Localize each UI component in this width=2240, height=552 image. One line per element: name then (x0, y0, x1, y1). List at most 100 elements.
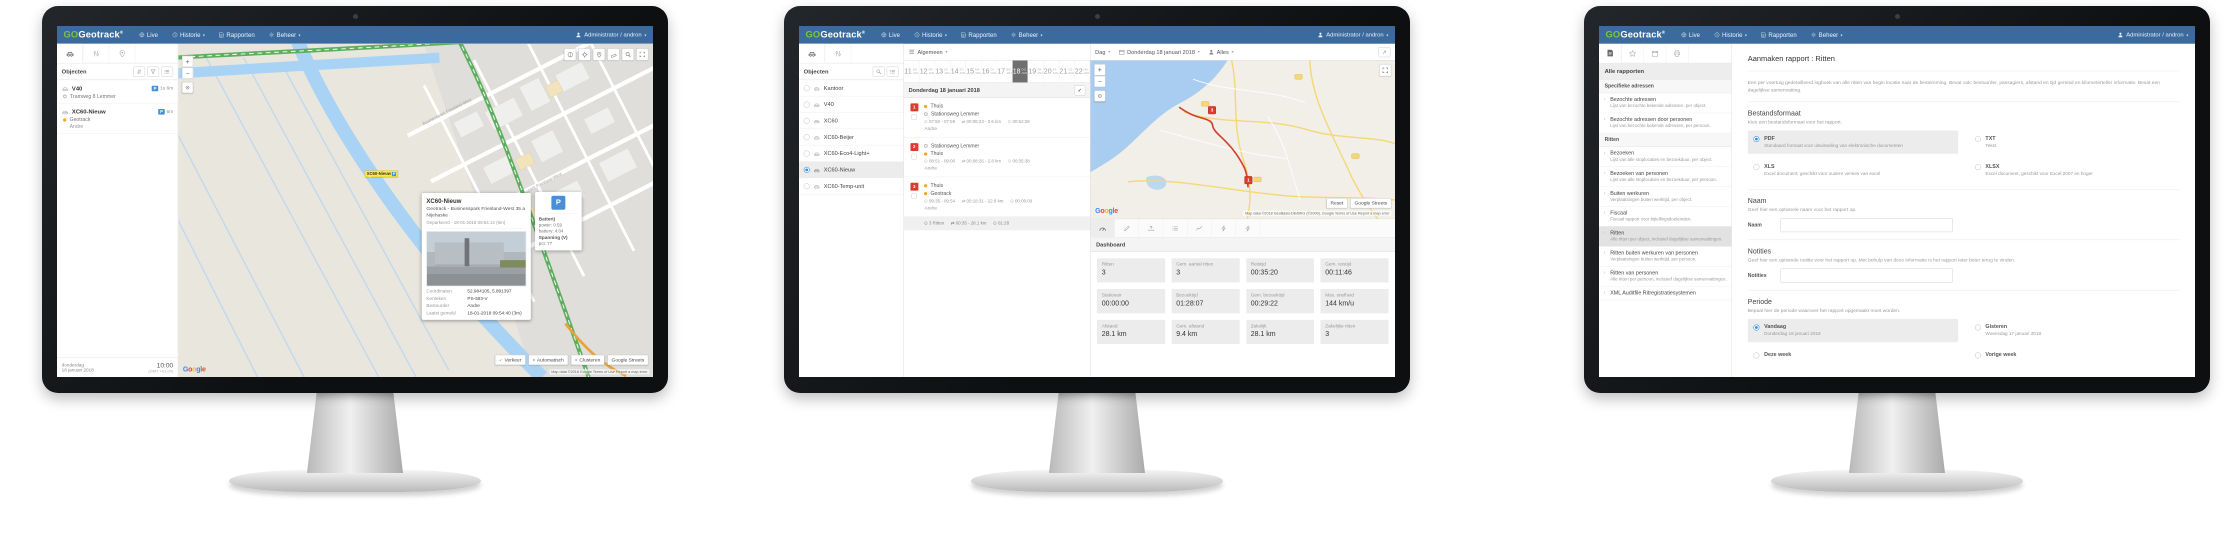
date-cell[interactable]: 13 ZA JAN (935, 60, 951, 83)
object-row-selected[interactable]: XC60-Nieuw (799, 161, 904, 179)
tab-filters[interactable] (825, 43, 852, 63)
report-item[interactable]: BezoekenLijst van alle stoplocaties en b… (1599, 147, 1732, 167)
date-cell[interactable]: 12 VR JAN (919, 60, 935, 83)
object-row[interactable]: XC60-Beijer (799, 129, 904, 146)
tab-scheduled[interactable] (1644, 43, 1667, 63)
report-item[interactable]: Bezochte adressenLijst van bezochte beke… (1599, 93, 1732, 114)
tab-locations[interactable] (109, 43, 136, 63)
route-marker-1[interactable]: 1 (1244, 176, 1253, 185)
date-cell[interactable]: 22 MA JAN (1075, 60, 1091, 83)
date-cell[interactable]: 17 WO JAN (997, 60, 1013, 83)
poi-button[interactable] (592, 48, 606, 61)
search-button[interactable] (872, 66, 885, 77)
trip-checkbox[interactable] (911, 114, 917, 120)
reset-button[interactable]: Reset (1326, 198, 1348, 209)
my-location-button[interactable] (181, 81, 194, 94)
period-select[interactable]: Dag (1095, 49, 1105, 56)
nav-rapporten[interactable]: Rapporten (1761, 31, 1797, 38)
date-cell[interactable]: 21 ZO JAN (1059, 60, 1075, 83)
zoom-in-button[interactable]: + (181, 55, 194, 68)
report-notes-input[interactable] (1780, 268, 1953, 283)
select-all-button[interactable]: ✓ (1074, 84, 1086, 96)
live-map[interactable]: Businesspark Friesland-West Businesspark… (178, 43, 653, 377)
measure-button[interactable] (607, 48, 620, 61)
object-row[interactable]: Kantoor (799, 80, 904, 97)
my-location-button[interactable] (1094, 90, 1106, 102)
trip-checkbox[interactable] (911, 193, 917, 200)
zoom-in-button[interactable]: + (1094, 64, 1106, 76)
nav-beheer[interactable]: Beheer ▾ (269, 31, 301, 38)
date-cell[interactable]: 15 MA JAN (966, 60, 982, 83)
report-name-input[interactable] (1780, 217, 1953, 232)
trip-row-2[interactable]: 2 Stationsweg Lemmer Thuis ⊙ 08:51 - 09:… (903, 137, 1091, 178)
follow-button[interactable] (578, 48, 591, 61)
nav-historie[interactable]: Historie ▾ (172, 31, 205, 38)
google-streets-button[interactable]: Google Streets (1350, 198, 1392, 209)
tab-all-reports[interactable] (1599, 43, 1622, 63)
object-row[interactable]: XC60-Temp-unit (799, 178, 904, 195)
report-item[interactable]: Ritten buiten werkuren van personenVerpl… (1599, 247, 1732, 267)
tab-vehicles[interactable] (57, 43, 84, 63)
object-row[interactable]: XC60 (799, 113, 904, 130)
date-select[interactable]: Donderdag 18 januari 2018 (1127, 49, 1195, 56)
period-option-gisteren[interactable]: Gisteren Woensdag 17 januari 2018 (1969, 319, 2179, 342)
nav-historie[interactable]: Historie ▾ (1714, 31, 1747, 38)
nav-rapporten[interactable]: Rapporten (961, 31, 997, 38)
nav-beheer[interactable]: Beheer ▾ (1811, 31, 1843, 38)
format-option-xls[interactable]: XLS Excel document, geschikt voor oudere … (1748, 158, 1958, 181)
date-cell[interactable]: 20 ZA JAN (1044, 60, 1060, 83)
period-option-deze-week[interactable]: Deze week (1748, 347, 1958, 364)
all-reports-header[interactable]: Alle rapporten (1599, 63, 1732, 80)
tab-edit[interactable] (1115, 219, 1140, 238)
date-cell[interactable]: 16 DI JAN (981, 60, 997, 83)
nav-live[interactable]: Live (1681, 31, 1700, 38)
verkeer-button[interactable]: ✓ Verkeer (494, 354, 526, 366)
streetview-photo[interactable] (426, 231, 527, 287)
nav-rapporten[interactable]: Rapporten (219, 31, 255, 38)
nav-live[interactable]: Live (881, 31, 900, 38)
nav-user-menu[interactable]: Administrator / andron ▾ (576, 32, 647, 38)
google-streets-button[interactable]: Google Streets (607, 354, 649, 366)
list-view-button[interactable] (161, 66, 174, 77)
report-item[interactable]: XML Auditfile Ritregistratiesystemen (1599, 287, 1732, 301)
format-option-xlsx[interactable]: XLSX Excel document, geschikt voor Excel … (1969, 158, 2179, 181)
date-cell[interactable]: 19 VR JAN (1028, 60, 1044, 83)
trip-checkbox[interactable] (911, 153, 917, 160)
format-option-pdf[interactable]: PDF Standaard formaat voor uitwisseling v… (1747, 130, 1958, 154)
report-item[interactable]: Bezochte adressen door personenLijst van… (1599, 113, 1732, 134)
period-option-vandaag[interactable]: Vandaag Donderdag 18 januari 2018 (1747, 318, 1958, 343)
object-row[interactable]: XC60-Eco4-Light+ (799, 145, 904, 162)
tab-list[interactable] (1163, 219, 1188, 238)
app-logo[interactable]: GOGeotrack® (1606, 29, 1666, 40)
app-logo[interactable]: GOGeotrack® (64, 29, 124, 40)
search-button[interactable] (621, 48, 634, 61)
object-row-xc60-nieuw[interactable]: XC60-Nieuw P 6m Geotrack Andre (57, 103, 178, 134)
report-item[interactable]: Buiten werkurenVerplaatsingen buiten wer… (1599, 187, 1732, 207)
tab-filters[interactable] (83, 43, 110, 63)
period-option-vorige-week[interactable]: Vorige week (1969, 347, 2179, 364)
filter-button[interactable] (147, 66, 160, 77)
object-row[interactable]: V40 (799, 96, 904, 113)
tab-dashboard[interactable] (1090, 219, 1115, 238)
nav-user-menu[interactable]: Administrator / andron ▾ (1318, 32, 1389, 38)
nav-beheer[interactable]: Beheer ▾ (1011, 31, 1043, 38)
report-item[interactable]: FiscaalFiscaal rapport voor bijtellingsd… (1599, 207, 1732, 227)
tab-graph[interactable] (1188, 219, 1212, 238)
tab-export[interactable] (1139, 219, 1164, 238)
date-cell[interactable]: 11 DO JAN (904, 60, 920, 83)
tab-events[interactable] (1212, 219, 1237, 238)
route-marker-3[interactable]: 3 (1208, 106, 1216, 115)
tab-print[interactable] (1666, 43, 1689, 63)
nav-user-menu[interactable]: Administrator / andron ▾ (2118, 32, 2189, 38)
fullscreen-button[interactable] (1379, 64, 1392, 77)
trip-row-1[interactable]: 1 Thuis Stationsweg Lemmer ⊙ 07:50 - 07:… (903, 98, 1091, 138)
traffic-button[interactable] (563, 48, 577, 61)
group-select[interactable]: Algemeen (917, 49, 942, 56)
zoom-out-button[interactable]: − (181, 67, 194, 79)
vehicle-popup[interactable]: XC60-Nieuw Geotrack - Businesspark Fries… (421, 192, 531, 320)
list-view-button[interactable] (886, 66, 899, 77)
format-option-txt[interactable]: TXT Tekst (1969, 130, 2179, 153)
tab-favorites[interactable] (1621, 43, 1644, 63)
report-item-selected[interactable]: RittenAlle ritten per object, inclusief … (1599, 226, 1732, 247)
object-row-v40[interactable]: V40 P 1u 6m Tramweg 8 Lemmer (57, 80, 178, 104)
